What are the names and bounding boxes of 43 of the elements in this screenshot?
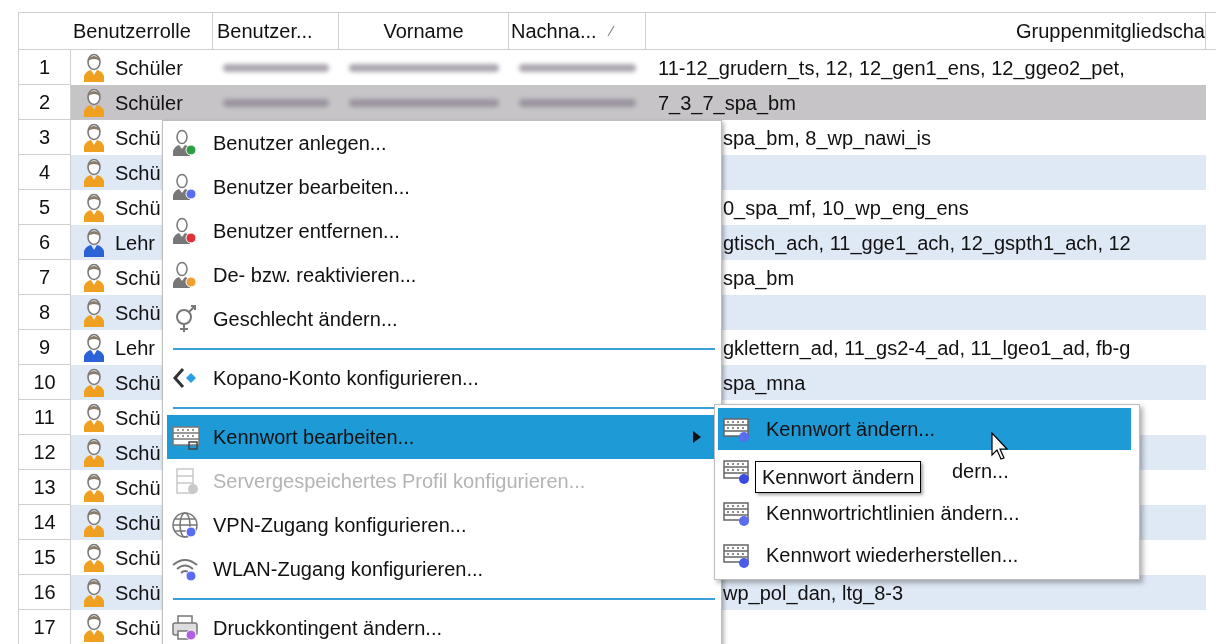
role-label: Schü — [115, 265, 161, 291]
row-number: 9 — [19, 330, 71, 365]
row-number: 5 — [19, 190, 71, 225]
group-list: gklettern_ad, 11_gs2-4_ad, 11_lgeo1_ad, fb-g — [723, 336, 1131, 359]
group-list: spa_mna — [723, 371, 806, 394]
tooltip: Kennwort ändern — [755, 461, 922, 493]
row-number: 1 — [19, 50, 71, 85]
role-label: Lehr — [115, 230, 156, 256]
role-label: Schü — [115, 440, 161, 466]
row-number: 12 — [19, 435, 71, 470]
row-number: 10 — [19, 365, 71, 400]
row-number: 8 — [19, 295, 71, 330]
row-number: 7 — [19, 260, 71, 295]
role-label: Schü — [115, 195, 161, 221]
role-label: Schü — [115, 160, 161, 186]
row-number: 16 — [19, 575, 71, 610]
row-number: 15 — [19, 540, 71, 575]
group-list: 7_3_7_spa_bm — [658, 91, 796, 114]
role-label: Schü — [115, 125, 161, 151]
group-list: spa_bm, 8_wp_nawi_is — [723, 126, 931, 149]
role-label: Schüler — [115, 90, 183, 116]
group-list: spa_bm — [723, 266, 795, 289]
role-label: Schü — [115, 580, 161, 606]
row-number: 6 — [19, 225, 71, 260]
role-label: Schü — [115, 370, 161, 396]
role-label: Schü — [115, 300, 161, 326]
row-number: 2 — [19, 85, 71, 120]
row-number: 14 — [19, 505, 71, 540]
group-list: 11-12_grudern_ts, 12, 12_gen1_ens, 12_ggeo2_pet, — [658, 56, 1125, 79]
row-number: 3 — [19, 120, 71, 155]
row-number: 11 — [19, 400, 71, 435]
row-number: 4 — [19, 155, 71, 190]
role-label: Schü — [115, 615, 161, 641]
group-list: gtisch_ach, 11_gge1_ach, 12_gspth1_ach, 12 — [723, 231, 1131, 254]
role-label: Schü — [115, 545, 161, 571]
role-label: Lehr — [115, 335, 156, 361]
role-label: Schü — [115, 475, 161, 501]
role-label: Schü — [115, 405, 161, 431]
role-label: Schü — [115, 510, 161, 536]
group-list: wp_pol_dan, ltg_8-3 — [723, 581, 904, 604]
row-number: 13 — [19, 470, 71, 505]
role-label: Schüler — [115, 55, 183, 81]
group-list: 0_spa_mf, 10_wp_eng_ens — [723, 196, 969, 219]
